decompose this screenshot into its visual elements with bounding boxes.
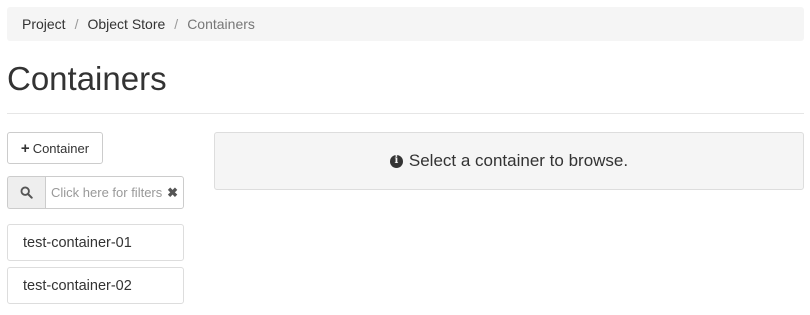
title-divider (7, 113, 804, 114)
breadcrumb-object-store[interactable]: Object Store (87, 16, 165, 32)
info-message: Select a container to browse. (408, 151, 629, 170)
breadcrumb: Project / Object Store / Containers (7, 7, 804, 41)
clear-icon[interactable]: ✖ (167, 185, 178, 201)
filter-input-wrapper: ✖ (45, 176, 184, 209)
info-panel: i Select a container to browse. (214, 132, 804, 190)
breadcrumb-separator: / (74, 16, 79, 32)
add-container-button[interactable]: + Container (7, 132, 103, 164)
container-item-test-container-02[interactable]: test-container-02 (7, 267, 184, 304)
breadcrumb-containers: Containers (187, 16, 255, 32)
container-item-test-container-01[interactable]: test-container-01 (7, 224, 184, 261)
plus-icon: + (20, 139, 30, 157)
breadcrumb-project[interactable]: Project (22, 16, 66, 32)
add-container-label: Container (32, 140, 90, 156)
breadcrumb-separator: / (174, 16, 179, 32)
info-icon: i (389, 154, 403, 168)
search-icon (7, 176, 45, 209)
page-title: Containers (7, 60, 167, 97)
filter-group: ✖ (7, 176, 184, 209)
filter-input[interactable] (51, 185, 166, 200)
container-list: test-container-01 test-container-02 (7, 224, 184, 310)
